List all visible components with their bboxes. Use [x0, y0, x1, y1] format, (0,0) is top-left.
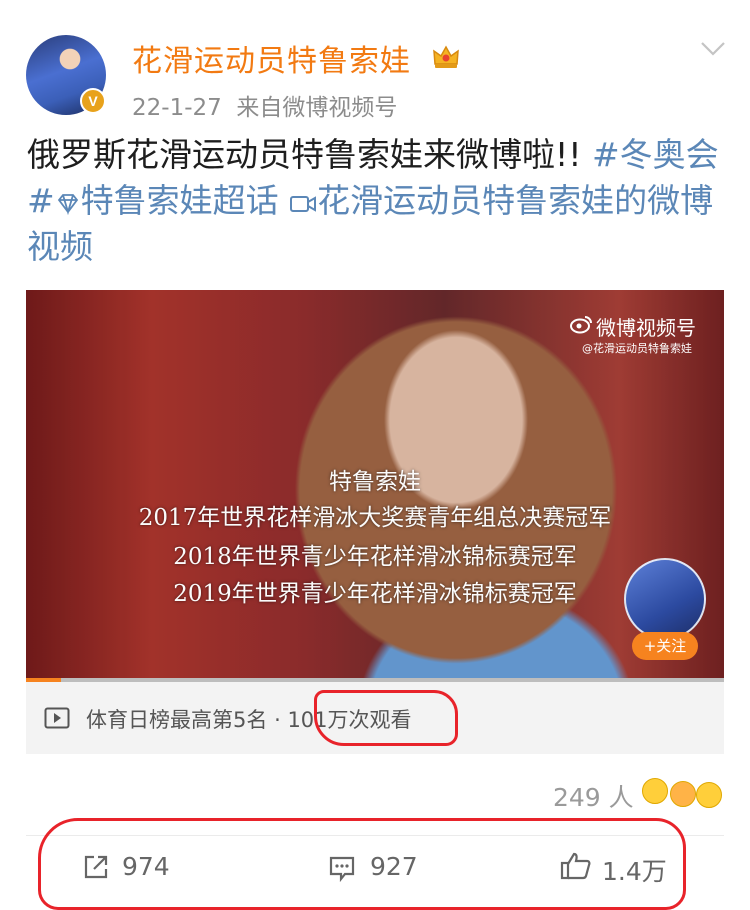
video-player[interactable]: 微博视频号 @花滑运动员特鲁索娃 特鲁索娃 2017年世界花样滑冰大奖赛青年组总…	[26, 290, 724, 682]
uploader-avatar[interactable]	[624, 558, 706, 640]
play-icon	[44, 707, 70, 729]
video-watermark-handle: @花滑运动员特鲁索娃	[582, 342, 692, 355]
weibo-logo-icon	[570, 316, 592, 334]
laugh-emoji-icon	[642, 778, 668, 804]
crown-icon	[433, 45, 459, 68]
love-emoji-icon	[670, 781, 696, 807]
annotation-circle-views	[314, 690, 458, 746]
video-caption: 2019年世界青少年花样滑冰锦标赛冠军	[173, 581, 577, 607]
video-caption: 2018年世界青少年花样滑冰锦标赛冠军	[173, 544, 577, 570]
reaction-count[interactable]: 249 人	[553, 778, 634, 814]
post-body: 俄罗斯花滑运动员特鲁索娃来微博啦!!	[27, 135, 592, 174]
supertopic-link[interactable]: 特鲁索娃超话	[81, 181, 279, 220]
ranking-text: 体育日榜最高第5名	[86, 708, 268, 732]
stats-separator: ·	[274, 708, 281, 732]
verified-badge-icon: V	[80, 88, 106, 114]
author-name[interactable]: 花滑运动员特鲁索娃	[132, 36, 411, 80]
video-caption: 2017年世界花样滑冰大奖赛青年组总决赛冠军	[138, 505, 612, 531]
chevron-down-icon[interactable]	[700, 40, 726, 58]
post-source[interactable]: 来自微博视频号	[236, 95, 397, 121]
video-watermark: 微博视频号	[596, 316, 696, 340]
follow-button[interactable]: +关注	[632, 632, 698, 660]
video-caption: 特鲁索娃	[329, 469, 421, 495]
post-text: 俄罗斯花滑运动员特鲁索娃来微博啦!! #冬奥会# 特鲁索娃超话 花滑运动员特鲁索娃…	[27, 132, 727, 270]
post-meta: 22-1-27 来自微博视频号	[132, 88, 397, 122]
post-date: 22-1-27	[132, 95, 222, 121]
annotation-circle-actions	[38, 818, 686, 910]
diamond-icon	[57, 194, 78, 216]
cry-emoji-icon	[696, 782, 722, 808]
video-link-icon	[290, 196, 317, 212]
